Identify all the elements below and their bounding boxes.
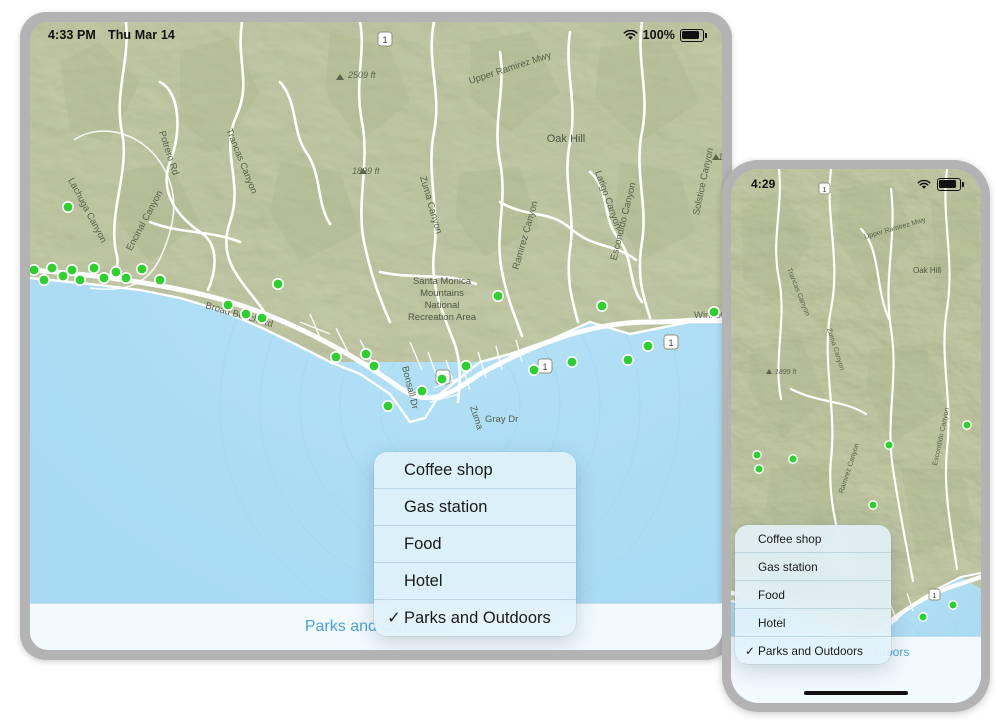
svg-text:2509 ft: 2509 ft bbox=[347, 70, 376, 80]
status-date: Thu Mar 14 bbox=[107, 28, 175, 42]
menu-item-label: Gas station bbox=[404, 497, 488, 516]
svg-text:1899 ft: 1899 ft bbox=[352, 166, 380, 176]
menu-item[interactable]: Food bbox=[735, 581, 891, 609]
battery-percent-label: 100% bbox=[642, 28, 675, 42]
menu-item[interactable]: Hotel bbox=[374, 563, 576, 600]
menu-item-label: Hotel bbox=[404, 571, 443, 590]
svg-text:National: National bbox=[425, 300, 460, 311]
svg-text:1: 1 bbox=[542, 362, 547, 372]
battery-full-icon bbox=[937, 177, 964, 191]
menu-item[interactable]: Food bbox=[374, 526, 576, 563]
ipad-status-bar: 4:33 PM Thu Mar 14 100% bbox=[30, 22, 722, 48]
svg-text:Gray Dr: Gray Dr bbox=[485, 414, 518, 425]
menu-item-label: Parks and Outdoors bbox=[404, 608, 551, 627]
menu-item-label: Hotel bbox=[758, 615, 786, 630]
svg-text:Santa Monica: Santa Monica bbox=[413, 276, 472, 287]
menu-item-label: Gas station bbox=[758, 559, 818, 574]
menu-item[interactable]: Coffee shop bbox=[735, 525, 891, 553]
menu-item[interactable]: Hotel bbox=[735, 609, 891, 637]
svg-text:Oak Hill: Oak Hill bbox=[547, 133, 586, 145]
svg-text:1899 ft: 1899 ft bbox=[775, 369, 797, 376]
iphone-screen: 1899 ft Ramirez Canyon Escondido Canyon … bbox=[731, 169, 981, 703]
menu-item-label: Parks and Outdoors bbox=[758, 643, 863, 658]
wifi-icon bbox=[623, 29, 638, 41]
menu-item[interactable]: Gas station bbox=[374, 489, 576, 526]
home-indicator bbox=[804, 690, 908, 695]
svg-text:Oak Hill: Oak Hill bbox=[913, 266, 941, 275]
menu-item-checkmark: ✓ bbox=[745, 643, 755, 658]
menu-item-checkmark: ✓ bbox=[387, 609, 401, 627]
battery-full-icon bbox=[680, 28, 707, 42]
menu-item[interactable]: Gas station bbox=[735, 553, 891, 581]
iphone-category-menu[interactable]: Coffee shop Gas station Food Hotel ✓ Par… bbox=[735, 525, 891, 664]
status-time: 4:29 bbox=[751, 177, 776, 191]
ipad-screen: 2509 ft 1899 ft 1934 ft Lachuga Canyon T… bbox=[30, 22, 722, 650]
svg-text:1934 ft: 1934 ft bbox=[718, 152, 722, 162]
menu-item[interactable]: Coffee shop bbox=[374, 452, 576, 489]
iphone-device-frame: 1899 ft Ramirez Canyon Escondido Canyon … bbox=[722, 160, 990, 712]
ipad-device-frame: 2509 ft 1899 ft 1934 ft Lachuga Canyon T… bbox=[20, 12, 732, 660]
svg-text:1: 1 bbox=[668, 338, 673, 348]
status-time: 4:33 PM bbox=[48, 28, 96, 42]
menu-item-label: Food bbox=[758, 587, 785, 602]
svg-text:1: 1 bbox=[932, 591, 936, 600]
menu-item-label: Food bbox=[404, 534, 442, 553]
menu-item-selected[interactable]: ✓ Parks and Outdoors bbox=[374, 600, 576, 636]
menu-item-label: Coffee shop bbox=[404, 460, 493, 479]
wifi-icon bbox=[917, 179, 932, 190]
menu-item-selected[interactable]: ✓ Parks and Outdoors bbox=[735, 637, 891, 664]
svg-text:Mountains: Mountains bbox=[420, 288, 464, 299]
iphone-status-bar: 4:29 bbox=[731, 169, 981, 199]
menu-item-label: Coffee shop bbox=[758, 531, 822, 546]
svg-text:Recreation Area: Recreation Area bbox=[408, 312, 477, 323]
ipad-category-menu[interactable]: Coffee shop Gas station Food Hotel ✓ Par… bbox=[374, 452, 576, 636]
